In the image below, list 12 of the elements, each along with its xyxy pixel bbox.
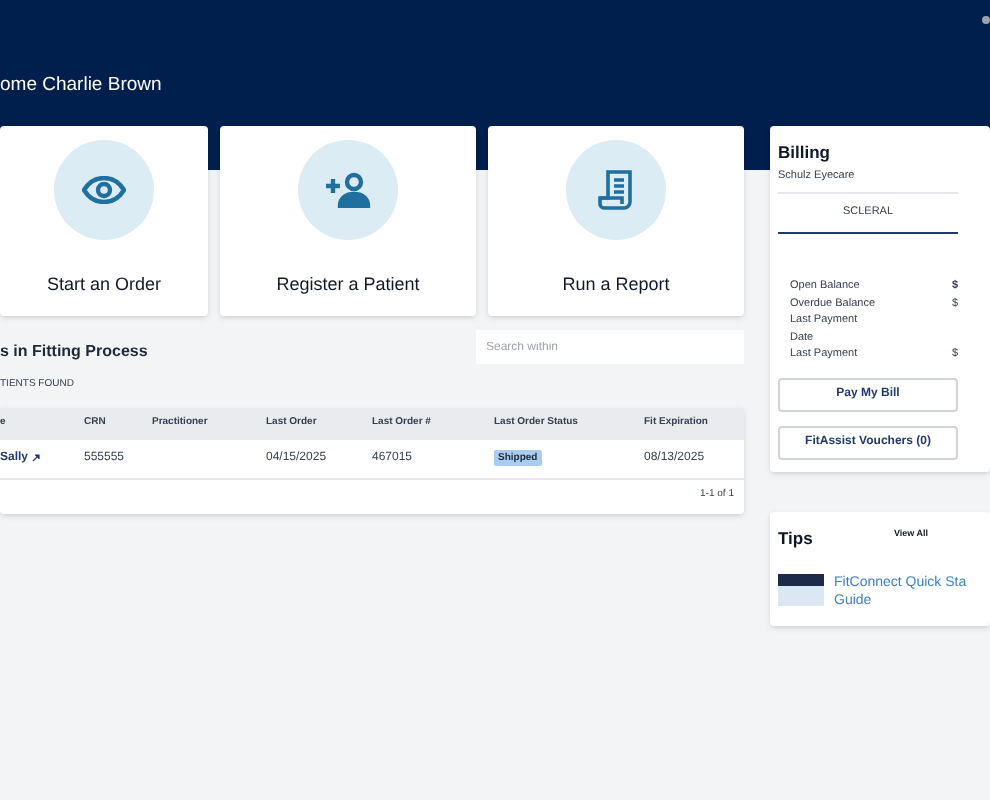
eye-icon (82, 176, 126, 204)
receipt-icon (598, 170, 634, 210)
tips-title: Tips (778, 525, 815, 551)
action-card[interactable]: Run a Report (488, 126, 744, 316)
guide-thumbnail (778, 574, 824, 607)
section-title: s in Fitting Process (0, 340, 148, 364)
external-link-icon (32, 454, 41, 462)
action-card[interactable]: Register a Patient (220, 126, 476, 316)
add-user-icon (324, 172, 372, 208)
billing-title: Billing (778, 140, 832, 166)
welcome-title: ome Charlie Brown (0, 72, 164, 100)
action-card[interactable]: Start an Order (0, 126, 208, 316)
